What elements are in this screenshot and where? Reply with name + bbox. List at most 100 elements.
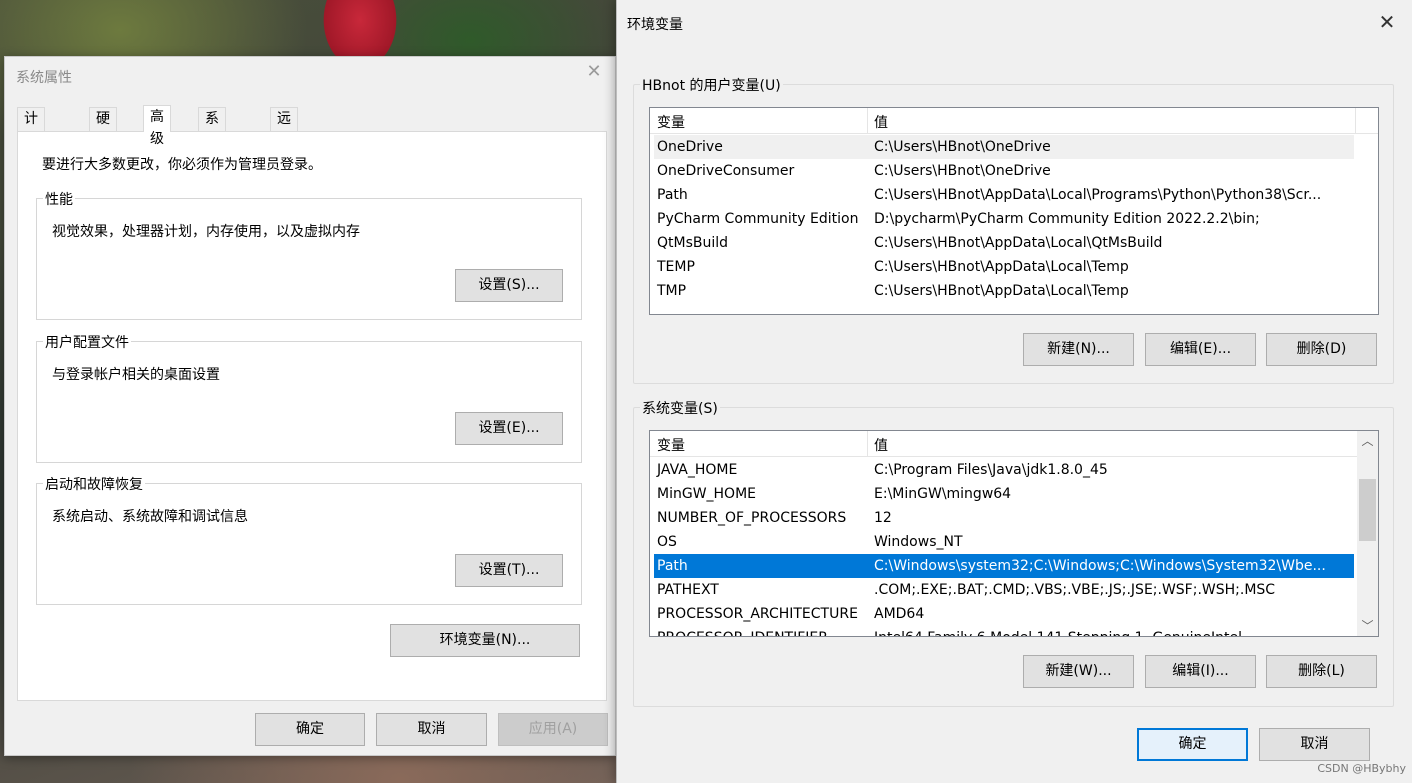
variable-name: PROCESSOR_IDENTIFIER: [657, 626, 828, 636]
list-item[interactable]: OneDrive C:\Users\HBnot\OneDrive: [654, 135, 1354, 159]
performance-desc: 视觉效果，处理器计划，内存使用，以及虚拟内存: [52, 224, 360, 240]
close-icon[interactable]: ✕: [585, 63, 603, 81]
advanced-tab-page: 要进行大多数更改，你必须作为管理员登录。 性能 视觉效果，处理器计划，内存使用，…: [17, 131, 607, 701]
startup-recovery-settings-button[interactable]: 设置(T)...: [455, 554, 563, 587]
variable-value: C:\Users\HBnot\OneDrive: [874, 139, 1051, 155]
variable-name: OneDrive: [657, 139, 723, 155]
list-item[interactable]: PROCESSOR_IDENTIFIER Intel64 Family 6 Mo…: [654, 626, 1354, 636]
list-item[interactable]: QtMsBuild C:\Users\HBnot\AppData\Local\Q…: [654, 231, 1354, 255]
variable-value: E:\MinGW\mingw64: [874, 486, 1012, 502]
list-item[interactable]: PROCESSOR_ARCHITECTURE AMD64: [654, 602, 1354, 626]
user-variables-label: HBnot 的用户变量(U): [640, 75, 783, 95]
dialog-title: 系统属性: [16, 70, 72, 86]
dialog-title: 环境变量: [627, 17, 683, 33]
variable-value: AMD64: [874, 606, 925, 622]
variable-name: TEMP: [657, 259, 695, 275]
list-item[interactable]: TEMP C:\Users\HBnot\AppData\Local\Temp: [654, 255, 1354, 279]
list-item[interactable]: Path C:\Users\HBnot\AppData\Local\Progra…: [654, 183, 1354, 207]
system-variables-list[interactable]: 变量 值 JAVA_HOME C:\Program Files\Java\jdk…: [649, 430, 1379, 637]
variable-value: C:\Users\HBnot\AppData\Local\Temp: [874, 259, 1129, 275]
performance-group: 性能 视觉效果，处理器计划，内存使用，以及虚拟内存 设置(S)...: [36, 189, 582, 320]
variable-name: OneDriveConsumer: [657, 163, 795, 179]
list-header: 变量 值: [650, 431, 1378, 457]
list-item[interactable]: NUMBER_OF_PROCESSORS 12: [654, 506, 1354, 530]
user-delete-button[interactable]: 删除(D): [1266, 333, 1377, 366]
user-variables-list[interactable]: 变量 值 OneDrive C:\Users\HBnot\OneDrive On…: [649, 107, 1379, 315]
variable-value: C:\Users\HBnot\AppData\Local\QtMsBuild: [874, 235, 1163, 251]
variable-value: .COM;.EXE;.BAT;.CMD;.VBS;.VBE;.JS;.JSE;.…: [874, 582, 1276, 598]
environment-variables-dialog: 环境变量 ✕ HBnot 的用户变量(U) 变量 值 OneDrive C:\U…: [616, 0, 1412, 783]
scrollbar-thumb[interactable]: [1359, 479, 1376, 541]
variable-name: JAVA_HOME: [657, 462, 738, 478]
variable-name: NUMBER_OF_PROCESSORS: [657, 510, 847, 526]
cancel-button[interactable]: 取消: [1259, 728, 1370, 761]
environment-variables-button[interactable]: 环境变量(N)...: [390, 624, 580, 657]
variable-name: TMP: [657, 283, 687, 299]
user-edit-button[interactable]: 编辑(E)...: [1145, 333, 1256, 366]
variable-name: PATHEXT: [657, 582, 719, 598]
tab-advanced[interactable]: 高级: [143, 105, 171, 147]
startup-recovery-legend: 启动和故障恢复: [43, 474, 145, 494]
column-separator: [867, 431, 868, 457]
column-separator: [1355, 108, 1356, 134]
variable-value: D:\pycharm\PyCharm Community Edition 202…: [874, 211, 1260, 227]
variable-name: Path: [657, 187, 688, 203]
performance-legend: 性能: [43, 189, 75, 209]
variable-value: Windows_NT: [874, 534, 963, 550]
list-item[interactable]: PyCharm Community Edition D:\pycharm\PyC…: [654, 207, 1354, 231]
list-item[interactable]: PATHEXT .COM;.EXE;.BAT;.CMD;.VBS;.VBE;.J…: [654, 578, 1354, 602]
tab-computer-name[interactable]: 计算机名: [17, 107, 45, 193]
startup-recovery-group: 启动和故障恢复 系统启动、系统故障和调试信息 设置(T)...: [36, 474, 582, 605]
variable-name: MinGW_HOME: [657, 486, 757, 502]
tab-hardware[interactable]: 硬件: [89, 107, 117, 149]
list-item-selected[interactable]: Path C:\Windows\system32;C:\Windows;C:\W…: [654, 554, 1354, 578]
variable-name: QtMsBuild: [657, 235, 729, 251]
user-profiles-desc: 与登录帐户相关的桌面设置: [52, 367, 220, 383]
tab-remote[interactable]: 远程: [270, 107, 298, 149]
ok-button[interactable]: 确定: [1137, 728, 1248, 761]
variable-value: Intel64 Family 6 Model 141 Stepping 1, G…: [874, 626, 1242, 636]
column-header-value[interactable]: 值: [874, 435, 888, 455]
column-header-value[interactable]: 值: [874, 112, 888, 132]
admin-notice: 要进行大多数更改，你必须作为管理员登录。: [42, 157, 322, 173]
user-new-button[interactable]: 新建(N)...: [1023, 333, 1134, 366]
list-header: 变量 值: [650, 108, 1378, 134]
variable-value: C:\Windows\system32;C:\Windows;C:\Window…: [874, 558, 1326, 574]
cancel-button[interactable]: 取消: [376, 713, 487, 746]
column-header-variable[interactable]: 变量: [657, 435, 685, 455]
scroll-down-icon[interactable]: ﹀: [1357, 616, 1378, 636]
ok-button[interactable]: 确定: [255, 713, 365, 746]
variable-value: C:\Users\HBnot\AppData\Local\Programs\Py…: [874, 187, 1322, 203]
user-profiles-settings-button[interactable]: 设置(E)...: [455, 412, 563, 445]
column-separator: [867, 108, 868, 134]
variable-name: PROCESSOR_ARCHITECTURE: [657, 606, 858, 622]
performance-settings-button[interactable]: 设置(S)...: [455, 269, 563, 302]
system-delete-button[interactable]: 删除(L): [1266, 655, 1377, 688]
system-variables-label: 系统变量(S): [640, 398, 720, 418]
list-item[interactable]: MinGW_HOME E:\MinGW\mingw64: [654, 482, 1354, 506]
close-icon[interactable]: ✕: [1377, 12, 1397, 32]
variable-name: Path: [657, 558, 688, 574]
variable-name: PyCharm Community Edition: [657, 211, 859, 227]
variable-value: 12: [874, 510, 892, 526]
system-edit-button[interactable]: 编辑(I)...: [1145, 655, 1256, 688]
variable-value: C:\Users\HBnot\OneDrive: [874, 163, 1051, 179]
list-item[interactable]: JAVA_HOME C:\Program Files\Java\jdk1.8.0…: [654, 458, 1354, 482]
watermark: CSDN @HBybhy: [1317, 762, 1406, 775]
user-variables-section: HBnot 的用户变量(U) 变量 值 OneDrive C:\Users\HB…: [633, 75, 1394, 384]
tab-system-protection[interactable]: 系统保护: [198, 107, 226, 193]
list-item[interactable]: OS Windows_NT: [654, 530, 1354, 554]
vertical-scrollbar[interactable]: ︿ ﹀: [1357, 431, 1378, 636]
system-new-button[interactable]: 新建(W)...: [1023, 655, 1134, 688]
list-item[interactable]: TMP C:\Users\HBnot\AppData\Local\Temp: [654, 279, 1354, 303]
variable-value: C:\Program Files\Java\jdk1.8.0_45: [874, 462, 1108, 478]
variable-value: C:\Users\HBnot\AppData\Local\Temp: [874, 283, 1129, 299]
user-profiles-group: 用户配置文件 与登录帐户相关的桌面设置 设置(E)...: [36, 332, 582, 463]
column-header-variable[interactable]: 变量: [657, 112, 685, 132]
apply-button[interactable]: 应用(A): [498, 713, 608, 746]
list-item[interactable]: OneDriveConsumer C:\Users\HBnot\OneDrive: [654, 159, 1354, 183]
scroll-up-icon[interactable]: ︿: [1357, 431, 1378, 451]
startup-recovery-desc: 系统启动、系统故障和调试信息: [52, 509, 248, 525]
system-variables-section: 系统变量(S) 变量 值 JAVA_HOME C:\Program Files\…: [633, 398, 1394, 707]
variable-name: OS: [657, 534, 677, 550]
